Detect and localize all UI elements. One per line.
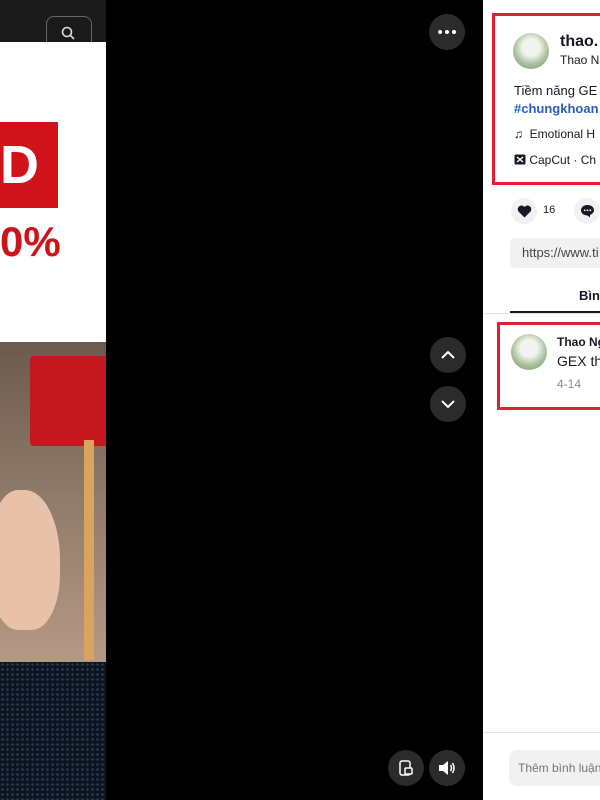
search-icon (61, 26, 75, 40)
heart-icon (517, 205, 531, 217)
input-divider (483, 732, 600, 733)
author-avatar[interactable] (513, 33, 549, 69)
author-username[interactable]: thao. (560, 33, 598, 51)
video-percent-text: 0% (0, 218, 61, 265)
comment-input[interactable] (509, 750, 600, 786)
video-screen-top (0, 0, 106, 52)
like-button[interactable] (511, 198, 537, 224)
comment-date: 4-14 (557, 377, 582, 391)
comment-author[interactable]: Thao Ng (557, 335, 600, 349)
video-frame: D 0% (0, 0, 106, 800)
volume-button[interactable] (429, 750, 465, 786)
more-horizontal-icon (438, 30, 456, 34)
next-video-button[interactable] (430, 386, 466, 422)
commenter-avatar[interactable] (511, 334, 547, 370)
author-display-name: Thao N (560, 53, 600, 67)
comment-bubble-icon (580, 205, 594, 218)
chevron-up-icon (441, 350, 455, 359)
hashtag-link[interactable]: #chungkhoan (514, 101, 599, 116)
video-link-field[interactable]: https://www.ti (510, 238, 600, 268)
comment-text: GEX th (557, 353, 600, 369)
video-red-block: D (0, 122, 58, 208)
chevron-down-icon (441, 400, 455, 409)
previous-video-button[interactable] (430, 337, 466, 373)
music-note-icon: ♫ (514, 127, 523, 141)
tab-divider (483, 313, 600, 314)
tab-comments[interactable]: Bình (579, 288, 600, 303)
video-player[interactable]: D 0% (0, 0, 483, 800)
post-description: Tiềm năng GE (514, 83, 598, 98)
volume-icon (439, 761, 455, 775)
video-lamp (30, 356, 106, 446)
music-link[interactable]: ♫ Emotional H (514, 127, 595, 141)
capcut-icon (514, 154, 526, 165)
like-count: 16 (543, 204, 556, 216)
video-lamp-pole (84, 440, 94, 660)
miniplayer-icon (399, 760, 413, 776)
music-title: Emotional H (529, 127, 596, 141)
more-options-button[interactable] (429, 14, 465, 50)
tab-active-indicator (510, 311, 600, 313)
miniplayer-button[interactable] (388, 750, 424, 786)
video-dotted-background (0, 662, 106, 800)
capcut-link[interactable]: CapCut · Ch (514, 153, 596, 167)
capcut-label: CapCut · Ch (529, 153, 597, 167)
comment-button[interactable] (574, 198, 600, 224)
